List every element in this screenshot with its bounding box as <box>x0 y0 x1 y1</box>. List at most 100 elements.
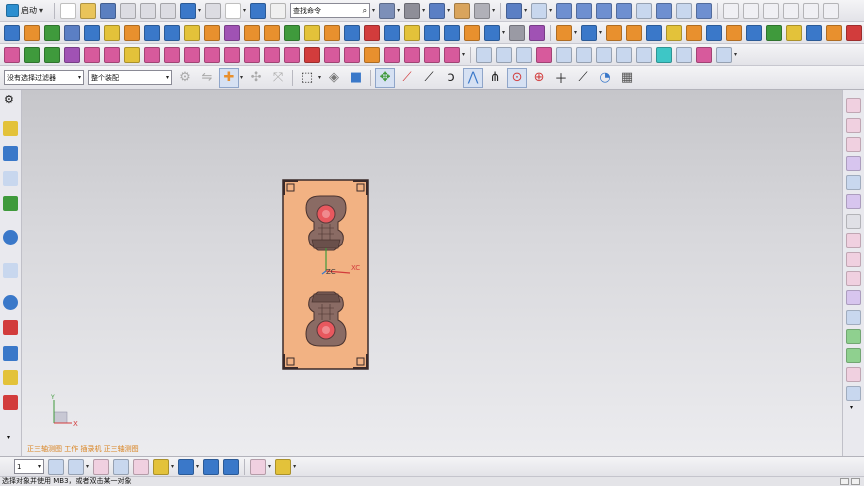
sketch-constraint-icon[interactable] <box>636 46 653 63</box>
fillet-tool-icon[interactable] <box>846 271 861 286</box>
mold-wizard-icon[interactable] <box>556 24 573 41</box>
part-navigator-icon[interactable] <box>3 171 18 186</box>
mold-tool-icon[interactable] <box>706 24 723 41</box>
grid-icon[interactable]: ▦ <box>617 68 637 88</box>
project-tool-icon[interactable] <box>846 233 861 248</box>
mold-tool-icon[interactable] <box>846 24 863 41</box>
point-icon[interactable] <box>823 2 840 19</box>
offset-tool-icon[interactable] <box>846 214 861 229</box>
move-handle-icon[interactable]: ⤧ <box>268 68 288 88</box>
line-tool-icon[interactable] <box>846 98 861 113</box>
mold-tool-icon[interactable] <box>806 24 823 41</box>
chevron-down-icon[interactable]: ▾ <box>734 51 737 58</box>
move-face-icon[interactable] <box>364 24 380 41</box>
surface-icon[interactable] <box>656 2 673 19</box>
analysis-icon[interactable] <box>529 24 546 41</box>
point-set-icon[interactable] <box>4 46 20 63</box>
chevron-down-icon[interactable]: ▾ <box>492 7 495 14</box>
divide-curve-icon[interactable] <box>284 46 300 63</box>
sketch-constraint-icon[interactable] <box>656 46 673 63</box>
bounded-grid-icon[interactable]: ◔ <box>595 68 615 88</box>
chevron-down-icon[interactable]: ▾ <box>268 463 271 470</box>
project-curve-icon[interactable] <box>224 46 240 63</box>
control-point-icon[interactable]: ↄ <box>441 68 461 88</box>
system-materials-icon[interactable] <box>3 320 18 335</box>
pattern-icon[interactable] <box>124 24 140 41</box>
orient-view-icon[interactable] <box>506 2 523 19</box>
mold-tool-icon[interactable] <box>786 24 803 41</box>
mold-tool-icon[interactable] <box>606 24 623 41</box>
trim-body-icon[interactable] <box>284 24 300 41</box>
surface-icon[interactable] <box>676 2 693 19</box>
fit-view-icon[interactable] <box>379 2 396 19</box>
line-tool-icon[interactable] <box>144 46 160 63</box>
existing-point-icon[interactable]: ＋ <box>551 68 571 88</box>
layer-settings-icon[interactable] <box>124 46 140 63</box>
arc-center-icon[interactable]: ⋔ <box>485 68 505 88</box>
move-object-icon[interactable] <box>68 458 84 475</box>
work-layer-dropdown[interactable]: 1 ▾ <box>14 459 44 474</box>
sketch-constraint-icon[interactable] <box>536 46 553 63</box>
layer-settings-icon[interactable] <box>48 458 64 475</box>
mold-tool-icon[interactable] <box>746 24 763 41</box>
find-icon[interactable] <box>270 2 287 19</box>
move-handle-icon[interactable]: ✣ <box>246 68 266 88</box>
mold-tool-icon[interactable] <box>766 24 783 41</box>
mid-point-icon[interactable]: ⟋ <box>419 68 439 88</box>
delete-icon[interactable] <box>304 46 320 63</box>
start-button[interactable]: 启动 ▾ <box>2 2 49 20</box>
sketch-constraint-icon[interactable] <box>716 46 733 63</box>
sketch-icon[interactable] <box>4 24 20 41</box>
replace-face-icon[interactable] <box>344 24 360 41</box>
chevron-down-icon[interactable]: ▾ <box>422 7 425 14</box>
chevron-down-icon[interactable]: ▾ <box>599 29 602 36</box>
mold-tool-icon[interactable] <box>726 24 743 41</box>
subtract-icon[interactable] <box>164 24 180 41</box>
curve-edit-icon[interactable] <box>104 46 120 63</box>
constraint-navigator-icon[interactable] <box>3 146 18 161</box>
split-body-icon[interactable] <box>304 24 320 41</box>
chevron-down-icon[interactable]: ▾ <box>318 74 321 81</box>
circle-tool-icon[interactable] <box>846 367 861 382</box>
chamfer-icon[interactable] <box>224 24 240 41</box>
save-icon[interactable] <box>100 2 117 19</box>
surface-icon[interactable] <box>636 2 653 19</box>
mold-tool-icon[interactable] <box>646 24 663 41</box>
extrude-icon[interactable] <box>24 24 40 41</box>
line-icon[interactable] <box>743 2 760 19</box>
cylinder-icon[interactable] <box>84 24 100 41</box>
paint-icon[interactable] <box>153 458 170 475</box>
layer-color-icon[interactable] <box>474 2 491 19</box>
shaded-cube-icon[interactable] <box>429 2 446 19</box>
hole-icon[interactable] <box>104 24 120 41</box>
chevron-down-icon[interactable]: ▾ <box>850 404 853 411</box>
join-tool-icon[interactable] <box>846 348 861 363</box>
sketch-constraint-icon[interactable] <box>676 46 693 63</box>
edge-blend-icon[interactable] <box>204 24 220 41</box>
history-icon[interactable] <box>3 295 18 310</box>
point-on-surface-icon[interactable]: ⟋ <box>573 68 593 88</box>
chevron-down-icon[interactable]: ▾ <box>198 7 201 14</box>
chevron-down-icon[interactable]: ▾ <box>462 51 465 58</box>
block-icon[interactable] <box>64 24 80 41</box>
rectangle-select-icon[interactable]: ⬚ <box>297 68 317 88</box>
text-icon[interactable] <box>803 2 820 19</box>
surface-icon[interactable] <box>696 2 713 19</box>
intersection-point-icon[interactable]: ⋀ <box>463 67 484 88</box>
measure-distance-icon[interactable] <box>275 458 292 475</box>
chevron-down-icon[interactable]: ▾ <box>86 463 89 470</box>
shell-icon[interactable] <box>244 24 260 41</box>
sketch-constraint-icon[interactable] <box>596 46 613 63</box>
bridge-tool-icon[interactable] <box>846 252 861 267</box>
process-studio-icon[interactable] <box>3 346 18 361</box>
arc-icon[interactable] <box>763 2 780 19</box>
datum-plane-icon[interactable] <box>44 46 60 63</box>
general-filter-icon[interactable]: ⇋ <box>197 68 217 88</box>
circle-tool-icon[interactable] <box>164 46 180 63</box>
sew-icon[interactable] <box>404 24 420 41</box>
mirror-icon[interactable] <box>464 24 480 41</box>
show-icon[interactable] <box>178 458 195 475</box>
select-filter-icon[interactable]: ✚ <box>219 67 239 88</box>
paste-icon[interactable] <box>160 2 177 19</box>
divide-tool-icon[interactable] <box>846 310 861 325</box>
